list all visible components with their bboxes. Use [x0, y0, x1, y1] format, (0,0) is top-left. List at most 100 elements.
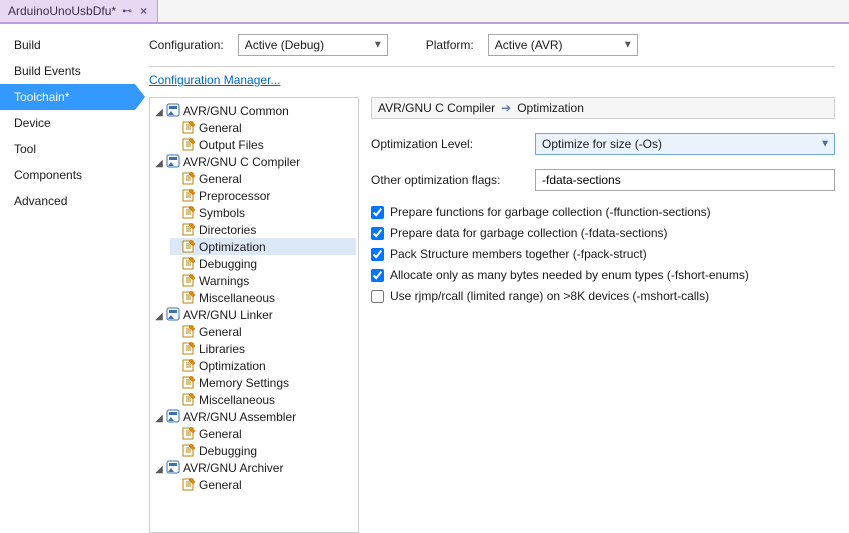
- document-tab[interactable]: ArduinoUnoUsbDfu* ⊷ ×: [0, 0, 158, 22]
- tree-group[interactable]: ◢ AVR/GNU Common: [154, 102, 356, 119]
- tree-label: Debugging: [199, 444, 257, 458]
- toolchain-tree-pane: ◢AVR/GNU CommonGeneralOutput Files◢AVR/G…: [149, 97, 359, 533]
- tree-node[interactable]: General: [170, 425, 356, 442]
- edit-page-icon: [182, 172, 196, 186]
- detail-pane: AVR/GNU C Compiler ➔ Optimization Optimi…: [359, 97, 835, 533]
- sidenav-item[interactable]: Tool: [0, 136, 135, 162]
- pin-icon[interactable]: ⊷: [122, 6, 132, 17]
- tree-label: AVR/GNU Assembler: [183, 410, 296, 424]
- tree-group[interactable]: ◢ AVR/GNU Linker: [154, 306, 356, 323]
- tree-label: AVR/GNU Linker: [183, 308, 273, 322]
- other-flags-label: Other optimization flags:: [371, 173, 521, 187]
- tree-node[interactable]: Warnings: [170, 272, 356, 289]
- divider: [149, 66, 835, 67]
- tree-label: Miscellaneous: [199, 393, 275, 407]
- edit-page-icon: [182, 274, 196, 288]
- checkbox-input[interactable]: [371, 290, 384, 303]
- edit-page-icon: [182, 393, 196, 407]
- tree-label: General: [199, 121, 242, 135]
- tab-title: ArduinoUnoUsbDfu*: [8, 4, 116, 18]
- configuration-value: Active (Debug): [245, 38, 367, 52]
- tree-group[interactable]: ◢ AVR/GNU Assembler: [154, 408, 356, 425]
- checkbox-input[interactable]: [371, 269, 384, 282]
- tree-label: AVR/GNU Common: [183, 104, 289, 118]
- edit-page-icon: [182, 342, 196, 356]
- document-tabbar: ArduinoUnoUsbDfu* ⊷ ×: [0, 0, 849, 24]
- toolchain-tree[interactable]: ◢AVR/GNU CommonGeneralOutput Files◢AVR/G…: [152, 102, 356, 493]
- sidenav-item[interactable]: Build: [0, 32, 135, 58]
- tree-label: AVR/GNU C Compiler: [183, 155, 300, 169]
- tree-label: Debugging: [199, 257, 257, 271]
- optimization-checkbox[interactable]: Prepare data for garbage collection (-fd…: [371, 226, 835, 240]
- configuration-manager-link[interactable]: Configuration Manager...: [149, 73, 835, 87]
- group-icon: [166, 308, 180, 322]
- tree-node[interactable]: General: [170, 323, 356, 340]
- checkbox-label: Pack Structure members together (-fpack-…: [390, 247, 647, 261]
- optimization-checkboxes: Prepare functions for garbage collection…: [371, 205, 835, 303]
- arrow-right-icon: ➔: [501, 101, 511, 115]
- tree-node[interactable]: Optimization: [170, 238, 356, 255]
- platform-label: Platform:: [426, 38, 474, 52]
- configuration-select[interactable]: Active (Debug) ▼: [238, 34, 388, 56]
- tree-group[interactable]: ◢ AVR/GNU C Compiler: [154, 153, 356, 170]
- tree-node[interactable]: Memory Settings: [170, 374, 356, 391]
- tree-label: Libraries: [199, 342, 245, 356]
- edit-page-icon: [182, 138, 196, 152]
- configuration-label: Configuration:: [149, 38, 224, 52]
- tree-caret-icon[interactable]: ◢: [154, 107, 164, 118]
- edit-page-icon: [182, 240, 196, 254]
- tree-node[interactable]: Debugging: [170, 255, 356, 272]
- optimization-checkbox[interactable]: Use rjmp/rcall (limited range) on >8K de…: [371, 289, 835, 303]
- checkbox-input[interactable]: [371, 248, 384, 261]
- tree-node[interactable]: General: [170, 119, 356, 136]
- chevron-down-icon: ▼: [373, 40, 383, 51]
- tree-node[interactable]: Preprocessor: [170, 187, 356, 204]
- checkbox-input[interactable]: [371, 227, 384, 240]
- optimization-level-row: Optimization Level: Optimize for size (-…: [371, 133, 835, 155]
- tree-group[interactable]: ◢ AVR/GNU Archiver: [154, 459, 356, 476]
- edit-page-icon: [182, 359, 196, 373]
- platform-select[interactable]: Active (AVR) ▼: [488, 34, 638, 56]
- tree-node[interactable]: Output Files: [170, 136, 356, 153]
- tree-label: General: [199, 172, 242, 186]
- tree-label: AVR/GNU Archiver: [183, 461, 283, 475]
- tree-label: Symbols: [199, 206, 245, 220]
- optimization-checkbox[interactable]: Allocate only as many bytes needed by en…: [371, 268, 835, 282]
- edit-page-icon: [182, 189, 196, 203]
- edit-page-icon: [182, 223, 196, 237]
- tree-node[interactable]: Symbols: [170, 204, 356, 221]
- tree-caret-icon[interactable]: ◢: [154, 464, 164, 475]
- other-flags-input[interactable]: [535, 169, 835, 191]
- sidenav-item[interactable]: Device: [0, 110, 135, 136]
- tree-node[interactable]: Directories: [170, 221, 356, 238]
- checkbox-input[interactable]: [371, 206, 384, 219]
- chevron-down-icon: ▼: [623, 40, 633, 51]
- tree-caret-icon[interactable]: ◢: [154, 158, 164, 169]
- chevron-down-icon: ▼: [820, 139, 830, 150]
- tree-node[interactable]: Miscellaneous: [170, 391, 356, 408]
- tree-caret-icon[interactable]: ◢: [154, 311, 164, 322]
- tree-label: Directories: [199, 223, 256, 237]
- sidenav-item[interactable]: Build Events: [0, 58, 135, 84]
- settings-main: Configuration: Active (Debug) ▼ Platform…: [135, 24, 849, 533]
- edit-page-icon: [182, 376, 196, 390]
- tree-caret-icon[interactable]: ◢: [154, 413, 164, 424]
- sidenav-item[interactable]: Advanced: [0, 188, 135, 214]
- close-icon[interactable]: ×: [138, 4, 149, 18]
- tree-node[interactable]: General: [170, 476, 356, 493]
- breadcrumb-page: Optimization: [517, 101, 584, 115]
- tree-label: Optimization: [199, 359, 266, 373]
- tree-node[interactable]: Optimization: [170, 357, 356, 374]
- config-topbar: Configuration: Active (Debug) ▼ Platform…: [149, 34, 835, 66]
- optimization-checkbox[interactable]: Pack Structure members together (-fpack-…: [371, 247, 835, 261]
- optimization-level-select[interactable]: Optimize for size (-Os) ▼: [535, 133, 835, 155]
- tree-node[interactable]: Miscellaneous: [170, 289, 356, 306]
- optimization-checkbox[interactable]: Prepare functions for garbage collection…: [371, 205, 835, 219]
- tree-label: Memory Settings: [199, 376, 289, 390]
- sidenav-item[interactable]: Components: [0, 162, 135, 188]
- tree-label: General: [199, 325, 242, 339]
- tree-node[interactable]: Debugging: [170, 442, 356, 459]
- tree-node[interactable]: Libraries: [170, 340, 356, 357]
- tree-node[interactable]: General: [170, 170, 356, 187]
- sidenav-item[interactable]: Toolchain*: [0, 84, 135, 110]
